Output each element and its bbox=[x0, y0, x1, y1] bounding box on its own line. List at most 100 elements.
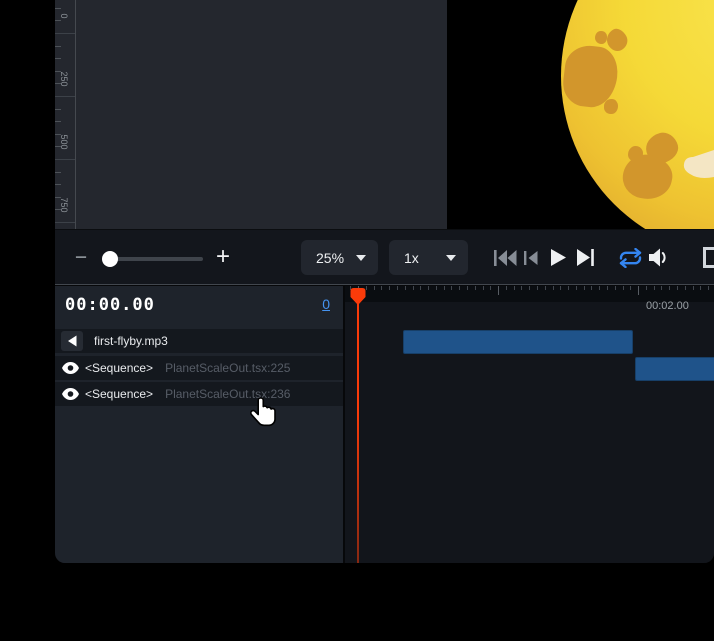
timeline-time-label: 00:02.00 bbox=[646, 300, 689, 312]
timeline-tick bbox=[537, 286, 538, 290]
timeline-tick bbox=[490, 286, 491, 290]
jump-to-start-button[interactable] bbox=[494, 250, 517, 266]
canvas-area: 0 250 500 750 bbox=[55, 0, 714, 229]
canvas-zoom-value: 25% bbox=[316, 250, 344, 266]
chevron-down-icon bbox=[446, 255, 456, 261]
chevron-down-icon bbox=[356, 255, 366, 261]
timeline-tick bbox=[436, 286, 437, 290]
playback-rate-value: 1x bbox=[404, 250, 419, 266]
timeline-tick bbox=[661, 286, 662, 290]
volume-icon bbox=[649, 248, 668, 267]
canvas-ruler-tick bbox=[55, 96, 75, 97]
canvas-ruler-tick bbox=[55, 20, 61, 21]
canvas-ruler-tick bbox=[55, 109, 61, 110]
timeline-tick bbox=[459, 286, 460, 290]
canvas-ruler-tick bbox=[55, 83, 61, 84]
playback-rate-dropdown[interactable]: 1x bbox=[389, 240, 468, 275]
toolbar: − + 25% 1x bbox=[55, 229, 714, 284]
ruler-label-0: 0 bbox=[55, 2, 73, 30]
previous-frame-icon bbox=[524, 251, 538, 265]
audio-volume-button[interactable] bbox=[61, 331, 83, 351]
timeline-lane-area: 00:02.00 bbox=[345, 286, 714, 563]
play-button[interactable] bbox=[551, 249, 566, 266]
timeline: 00:00.00 0 first-flyby.mp3 bbox=[55, 284, 714, 563]
timeline-tick bbox=[405, 286, 406, 290]
timeline-tick bbox=[560, 286, 561, 290]
track-source: PlanetScaleOut.tsx:225 bbox=[165, 361, 290, 375]
timeline-tick bbox=[413, 286, 414, 290]
timeline-tick bbox=[381, 286, 382, 290]
timeline-tick bbox=[420, 286, 421, 290]
canvas-ruler-tick bbox=[55, 58, 61, 59]
timeline-zoom-out-button[interactable]: − bbox=[71, 246, 91, 270]
timeline-tick bbox=[700, 286, 701, 290]
track-label: <Sequence> bbox=[85, 361, 153, 375]
eye-icon bbox=[62, 388, 79, 400]
timeline-tick bbox=[444, 286, 445, 290]
timeline-tick bbox=[669, 286, 670, 290]
timeline-tick bbox=[584, 286, 585, 290]
timeline-tick bbox=[467, 286, 468, 290]
track-label: first-flyby.mp3 bbox=[94, 334, 168, 348]
timecode-display: 00:00.00 bbox=[65, 295, 155, 315]
timeline-tick bbox=[545, 286, 546, 290]
frame-indicator-link[interactable]: 0 bbox=[322, 296, 330, 312]
timeline-tick bbox=[654, 286, 655, 290]
zoom-slider-knob[interactable] bbox=[102, 251, 118, 267]
canvas-ruler-tick bbox=[55, 197, 61, 198]
screenshot-root: 0 250 500 750 − bbox=[0, 0, 714, 641]
clip-bar-sequence-1[interactable] bbox=[635, 357, 714, 381]
clip-bar-audio[interactable] bbox=[403, 330, 633, 354]
timeline-tick bbox=[498, 286, 499, 295]
canvas-ruler-tick bbox=[55, 184, 61, 185]
timeline-track-panel: 00:00.00 0 first-flyby.mp3 bbox=[55, 286, 343, 563]
timeline-tick bbox=[708, 286, 709, 290]
timeline-tick bbox=[615, 286, 616, 290]
next-frame-button[interactable] bbox=[577, 249, 594, 266]
playhead-handle[interactable] bbox=[349, 287, 367, 306]
timeline-tick bbox=[607, 286, 608, 290]
track-label: <Sequence> bbox=[85, 387, 153, 401]
timeline-tick bbox=[677, 286, 678, 290]
zoom-slider-track[interactable] bbox=[103, 257, 203, 261]
ruler-separator bbox=[75, 0, 76, 229]
canvas-ruler-tick bbox=[55, 121, 61, 122]
track-row-audio[interactable]: first-flyby.mp3 bbox=[55, 329, 343, 353]
track-row-sequence-2[interactable]: <Sequence> PlanetScaleOut.tsx:236 bbox=[55, 382, 343, 406]
timeline-zoom-in-button[interactable]: + bbox=[211, 243, 235, 271]
timeline-tick bbox=[693, 286, 694, 290]
in-out-marker-icon[interactable] bbox=[703, 247, 714, 268]
canvas-ruler-tick bbox=[55, 172, 61, 173]
canvas-ruler-tick bbox=[55, 134, 61, 135]
timeline-tick bbox=[374, 286, 375, 290]
timeline-tick bbox=[521, 286, 522, 290]
timeline-tick bbox=[568, 286, 569, 290]
previous-frame-button[interactable] bbox=[524, 251, 538, 265]
timeline-tick bbox=[389, 286, 390, 290]
canvas-ruler-tick bbox=[55, 209, 61, 210]
eye-icon bbox=[62, 362, 79, 374]
ruler-label-750: 750 bbox=[55, 191, 73, 219]
timeline-tick bbox=[646, 286, 647, 290]
visibility-toggle-button[interactable] bbox=[62, 362, 79, 374]
canvas-ruler-tick bbox=[55, 8, 61, 9]
canvas-ruler-tick bbox=[55, 71, 61, 72]
volume-button[interactable] bbox=[649, 248, 668, 267]
canvas-ruler-tick bbox=[55, 222, 75, 223]
track-row-sequence-1[interactable]: <Sequence> PlanetScaleOut.tsx:225 bbox=[55, 356, 343, 380]
visibility-toggle-button[interactable] bbox=[62, 388, 79, 400]
timeline-zoom-slider[interactable] bbox=[101, 249, 205, 269]
canvas-vertical-ruler: 0 250 500 750 bbox=[55, 0, 75, 229]
canvas-zoom-dropdown[interactable]: 25% bbox=[301, 240, 378, 275]
canvas-ruler-tick bbox=[55, 146, 61, 147]
timeline-tick bbox=[428, 286, 429, 290]
composition-viewport bbox=[447, 0, 714, 229]
play-icon bbox=[551, 249, 566, 266]
timeline-tick bbox=[591, 286, 592, 290]
timeline-tick bbox=[630, 286, 631, 290]
loop-icon bbox=[619, 248, 642, 268]
playhead-line bbox=[357, 289, 359, 563]
timeline-tick bbox=[451, 286, 452, 290]
skip-to-start-icon bbox=[494, 250, 517, 266]
loop-toggle-button[interactable] bbox=[619, 248, 642, 268]
